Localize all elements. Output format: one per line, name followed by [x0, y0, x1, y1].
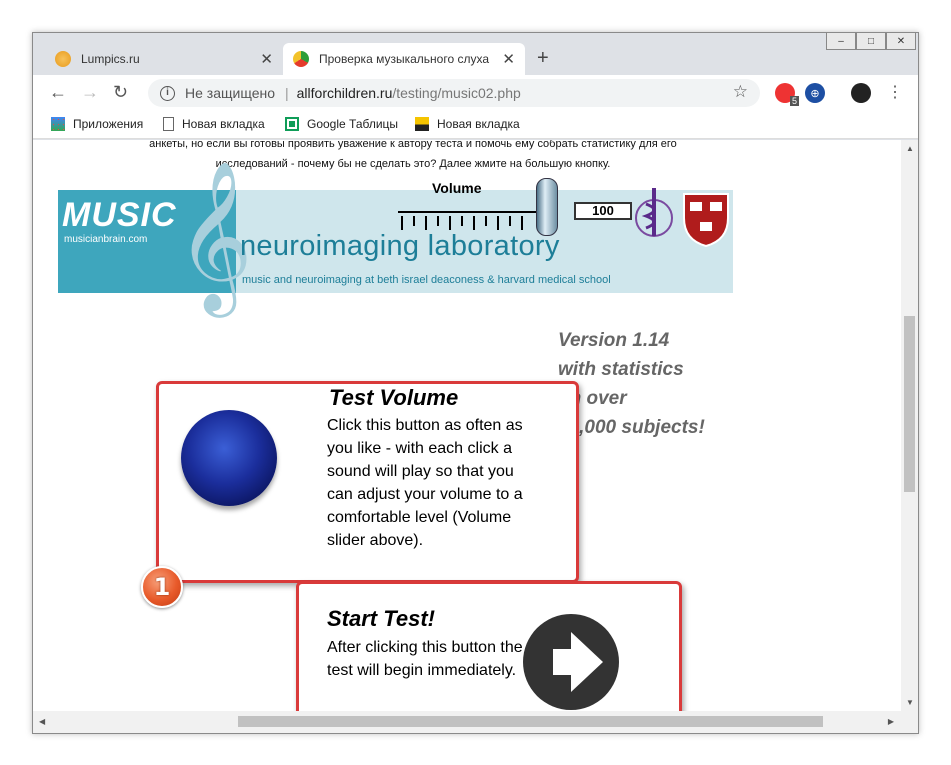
version-info: Version 1.14 with statistics on over 60,…: [558, 326, 705, 442]
intro-line: анкеты, но если вы готовы проявить уваже…: [149, 140, 677, 150]
image-icon: [415, 117, 429, 131]
page-content: анкеты, но если вы готовы проявить уваже…: [33, 140, 901, 711]
vertical-scrollbar[interactable]: ▲ ▼: [901, 140, 918, 711]
banner-lab-subtitle: music and neuroimaging at beth israel de…: [242, 274, 611, 286]
bookmark-new-tab-1[interactable]: Новая вкладка: [163, 117, 265, 131]
apps-grid-icon: [51, 117, 65, 131]
close-tab-icon[interactable]: ✕: [502, 50, 515, 68]
page-icon: [163, 117, 174, 131]
url-path: /testing/music02.php: [392, 85, 521, 101]
bookmark-label: Новая вкладка: [437, 117, 520, 131]
start-test-text: After clicking this button the test will…: [327, 639, 523, 679]
volume-slider-track[interactable]: [398, 210, 538, 232]
tab-title: Lumpics.ru: [81, 52, 140, 66]
scroll-down-icon[interactable]: ▼: [906, 698, 914, 707]
tab-title: Проверка музыкального слуха: [319, 52, 489, 66]
forward-button[interactable]: →: [81, 82, 99, 103]
bookmarks-bar: Приложения Новая вкладка Google Таблицы …: [33, 111, 918, 139]
allforchildren-favicon-icon: [293, 51, 309, 67]
vertical-scroll-thumb[interactable]: [904, 316, 915, 492]
back-button[interactable]: ←: [49, 82, 67, 103]
minimize-button[interactable]: –: [826, 33, 856, 50]
start-test-button[interactable]: [523, 614, 619, 710]
tab-strip: Lumpics.ru ✕ Проверка музыкального слуха…: [33, 33, 918, 75]
version-line: 60,000 subjects!: [558, 417, 705, 438]
info-icon[interactable]: i: [160, 85, 175, 101]
volume-value: 100: [574, 202, 632, 220]
close-tab-icon[interactable]: ✕: [260, 50, 273, 68]
lumpics-favicon-icon: [55, 51, 71, 67]
bookmark-label: Приложения: [73, 117, 144, 131]
test-volume-button[interactable]: [181, 410, 277, 506]
harvard-shield-icon: [683, 193, 729, 248]
test-volume-title: Test Volume: [329, 385, 459, 410]
scroll-left-icon[interactable]: ◀: [39, 717, 45, 726]
banner-music-site: musicianbrain.com: [64, 234, 148, 245]
maximize-button[interactable]: □: [856, 33, 886, 50]
browser-window: Lumpics.ru ✕ Проверка музыкального слуха…: [32, 32, 919, 734]
window-controls: – □ ✕: [826, 33, 916, 50]
omnibox-divider: |: [285, 85, 289, 101]
tab-lumpics[interactable]: Lumpics.ru ✕: [45, 43, 283, 75]
start-test-card: Start Test! After clicking this button t…: [296, 581, 682, 711]
bookmark-star-icon[interactable]: ☆: [733, 82, 748, 102]
profile-avatar[interactable]: [851, 83, 871, 103]
play-arrow-icon: [553, 632, 603, 692]
bidmc-logo-icon: [635, 188, 673, 237]
url-text[interactable]: allforchildren.ru/testing/music02.php: [297, 85, 521, 101]
version-line: on over: [558, 388, 627, 409]
step-badge-1: 1: [141, 566, 183, 608]
menu-icon[interactable]: ⋮: [887, 82, 903, 102]
opera-extension-icon[interactable]: 5: [775, 83, 799, 106]
address-bar[interactable]: i Не защищено | allforchildren.ru/testin…: [148, 79, 760, 107]
start-test-title: Start Test!: [327, 606, 435, 631]
scroll-right-icon[interactable]: ▶: [888, 717, 894, 726]
extension-badge: 5: [789, 96, 799, 106]
bookmark-label: Google Таблицы: [307, 117, 399, 131]
new-tab-button[interactable]: +: [537, 47, 549, 70]
version-line: Version 1.14: [558, 330, 670, 351]
test-volume-text: Click this button as often as you like -…: [327, 417, 523, 549]
banner-music-logo: MUSIC: [62, 196, 177, 234]
version-line: with statistics: [558, 359, 684, 380]
close-window-button[interactable]: ✕: [886, 33, 916, 50]
security-label: Не защищено: [185, 85, 275, 101]
bookmark-apps[interactable]: Приложения: [51, 117, 143, 131]
banner-lab-title: neuroimaging laboratory: [240, 230, 560, 262]
browser-toolbar: ← → ↻ i Не защищено | allforchildren.ru/…: [33, 75, 918, 111]
reload-button[interactable]: ↻: [113, 82, 128, 103]
bookmark-label: Новая вкладка: [182, 117, 265, 131]
scroll-up-icon[interactable]: ▲: [906, 144, 914, 153]
tab-music-test[interactable]: Проверка музыкального слуха ✕: [283, 43, 525, 75]
url-domain: allforchildren.ru: [296, 85, 393, 101]
bookmark-new-tab-2[interactable]: Новая вкладка: [415, 117, 520, 131]
horizontal-scrollbar[interactable]: ◀ ▶: [33, 711, 918, 733]
volume-label: Volume: [432, 180, 482, 196]
music-lab-banner: 𝄞 MUSIC musicianbrain.com neuroimaging l…: [58, 170, 733, 300]
volume-slider-knob[interactable]: [536, 178, 558, 236]
horizontal-scroll-thumb[interactable]: [238, 716, 823, 727]
sheets-icon: [285, 117, 299, 131]
bookmark-google-sheets[interactable]: Google Таблицы: [285, 117, 398, 131]
vpn-extension-icon[interactable]: ⊕: [805, 83, 825, 103]
test-volume-card: Test Volume Click this button as often a…: [156, 381, 579, 583]
